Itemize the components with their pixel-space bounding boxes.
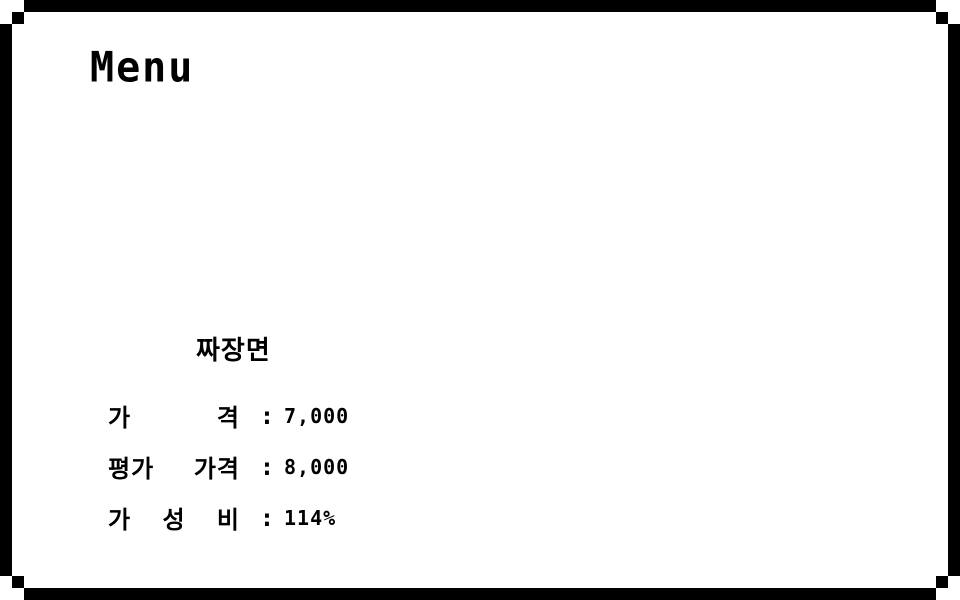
stat-row-appraised-price: 평가 가격 : 8,000 (108, 441, 508, 492)
stat-separator: : (259, 452, 275, 481)
stat-separator: : (259, 401, 275, 430)
stat-value-appraised-price: 8,000 (284, 454, 350, 479)
stat-value-value-ratio: 114% (284, 505, 337, 530)
stat-row-value-ratio: 가 성 비 : 114% (108, 492, 508, 543)
stat-label-part: 평가 (108, 455, 155, 483)
stat-label-part: 가격 (193, 455, 240, 483)
item-name: 짜장면 (196, 336, 271, 366)
frame-corner-bottom-right (936, 576, 948, 588)
item-stats: 가 격 : 7,000 평가 가격 : 8,000 가 성 비 : 114% (108, 390, 508, 543)
stat-label-part: 성 (162, 506, 186, 534)
stat-label-part: 비 (216, 506, 240, 534)
frame-border-left (0, 24, 12, 576)
frame-corner-bottom-left (12, 576, 24, 588)
frame-border-top (24, 0, 936, 12)
stat-label-part: 가 (108, 506, 132, 534)
stat-label-appraised-price: 평가 가격 (108, 449, 240, 484)
stat-value-price: 7,000 (284, 403, 350, 428)
stat-separator: : (259, 503, 275, 532)
frame-corner-top-left (12, 12, 24, 24)
stat-row-price: 가 격 : 7,000 (108, 390, 508, 441)
stat-label-part: 가 (108, 404, 132, 432)
frame-corner-top-right (936, 12, 948, 24)
stat-label-part: 격 (216, 404, 240, 432)
stat-label-price: 가 격 (108, 398, 240, 433)
frame-border-right (948, 24, 960, 576)
menu-title: Menu (90, 43, 195, 93)
stat-label-value-ratio: 가 성 비 (108, 500, 240, 535)
frame-border-bottom (24, 588, 936, 600)
